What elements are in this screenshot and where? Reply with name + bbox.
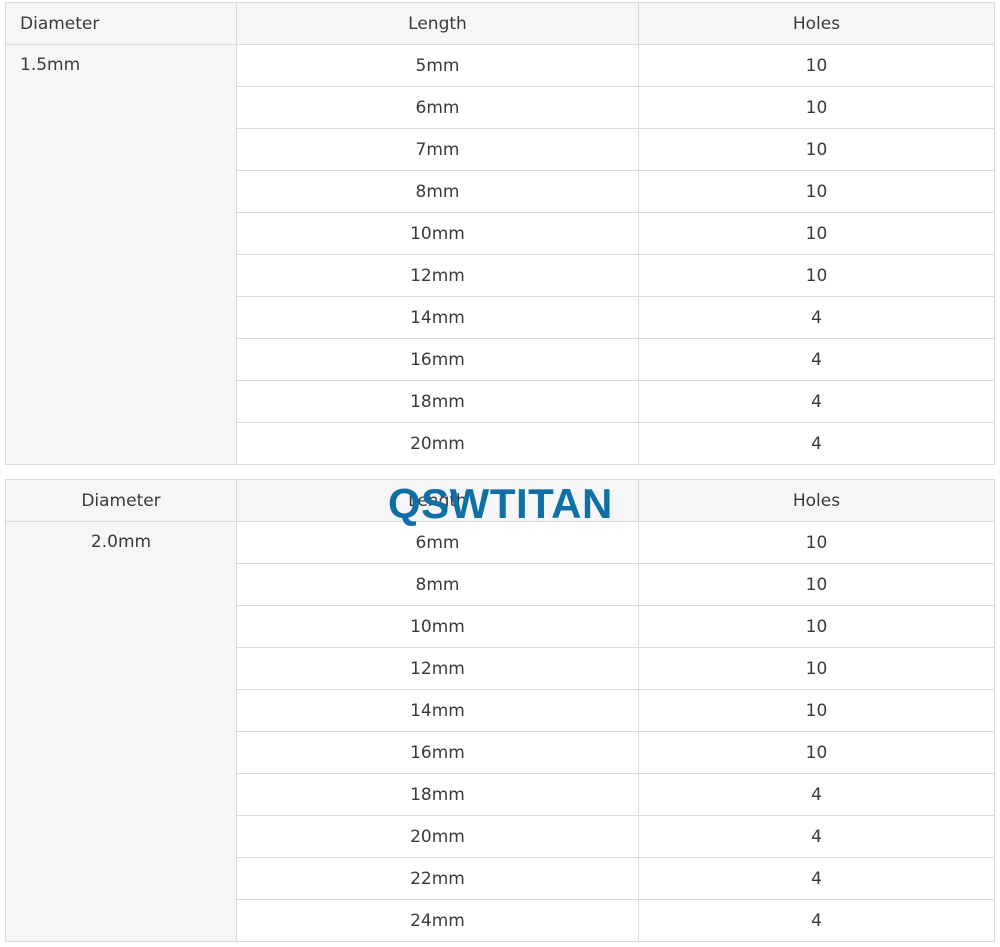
length-cell: 6mm	[236, 86, 639, 129]
holes-cell: 4	[638, 857, 995, 900]
holes-cell: 4	[638, 380, 995, 423]
table-header-row: Diameter Length Holes	[5, 2, 995, 45]
holes-cell: 10	[638, 647, 995, 690]
spec-table-2: Diameter Length Holes 2.0mm 6mm 10 8mm 1…	[5, 479, 995, 942]
column-header-holes: Holes	[638, 479, 995, 522]
holes-cell: 10	[638, 212, 995, 255]
length-cell: 10mm	[236, 605, 639, 648]
length-cell: 5mm	[236, 44, 639, 87]
length-cell: 8mm	[236, 563, 639, 606]
length-cell: 20mm	[236, 422, 639, 465]
holes-cell: 10	[638, 128, 995, 171]
holes-cell: 4	[638, 338, 995, 381]
column-header-length: Length	[236, 2, 639, 45]
length-cell: 18mm	[236, 380, 639, 423]
column-header-length: Length	[236, 479, 639, 522]
length-cell: 20mm	[236, 815, 639, 858]
holes-cell: 4	[638, 899, 995, 942]
length-cell: 22mm	[236, 857, 639, 900]
length-cell: 14mm	[236, 689, 639, 732]
column-header-holes: Holes	[638, 2, 995, 45]
length-cell: 12mm	[236, 647, 639, 690]
length-cell: 8mm	[236, 170, 639, 213]
holes-cell: 4	[638, 815, 995, 858]
length-cell: 24mm	[236, 899, 639, 942]
length-cell: 16mm	[236, 731, 639, 774]
holes-cell: 4	[638, 422, 995, 465]
holes-cell: 10	[638, 605, 995, 648]
table-row: 1.5mm 5mm 10	[5, 44, 995, 465]
holes-cell: 10	[638, 521, 995, 564]
length-cell: 18mm	[236, 773, 639, 816]
holes-cell: 10	[638, 44, 995, 87]
diameter-cell: 1.5mm	[5, 44, 237, 465]
holes-cell: 10	[638, 563, 995, 606]
holes-cell: 10	[638, 170, 995, 213]
column-header-diameter: Diameter	[5, 2, 237, 45]
holes-cell: 10	[638, 731, 995, 774]
length-cell: 14mm	[236, 296, 639, 339]
length-cell: 10mm	[236, 212, 639, 255]
length-cell: 6mm	[236, 521, 639, 564]
length-cell: 12mm	[236, 254, 639, 297]
diameter-cell: 2.0mm	[5, 521, 237, 942]
column-header-diameter: Diameter	[5, 479, 237, 522]
holes-cell: 10	[638, 689, 995, 732]
table-row: 2.0mm 6mm 10	[5, 521, 995, 942]
holes-cell: 10	[638, 86, 995, 129]
length-cell: 16mm	[236, 338, 639, 381]
spec-table-1: Diameter Length Holes 1.5mm 5mm 10 6mm 1…	[5, 2, 995, 465]
holes-cell: 4	[638, 773, 995, 816]
holes-cell: 4	[638, 296, 995, 339]
table-header-row: Diameter Length Holes	[5, 479, 995, 522]
holes-cell: 10	[638, 254, 995, 297]
length-cell: 7mm	[236, 128, 639, 171]
